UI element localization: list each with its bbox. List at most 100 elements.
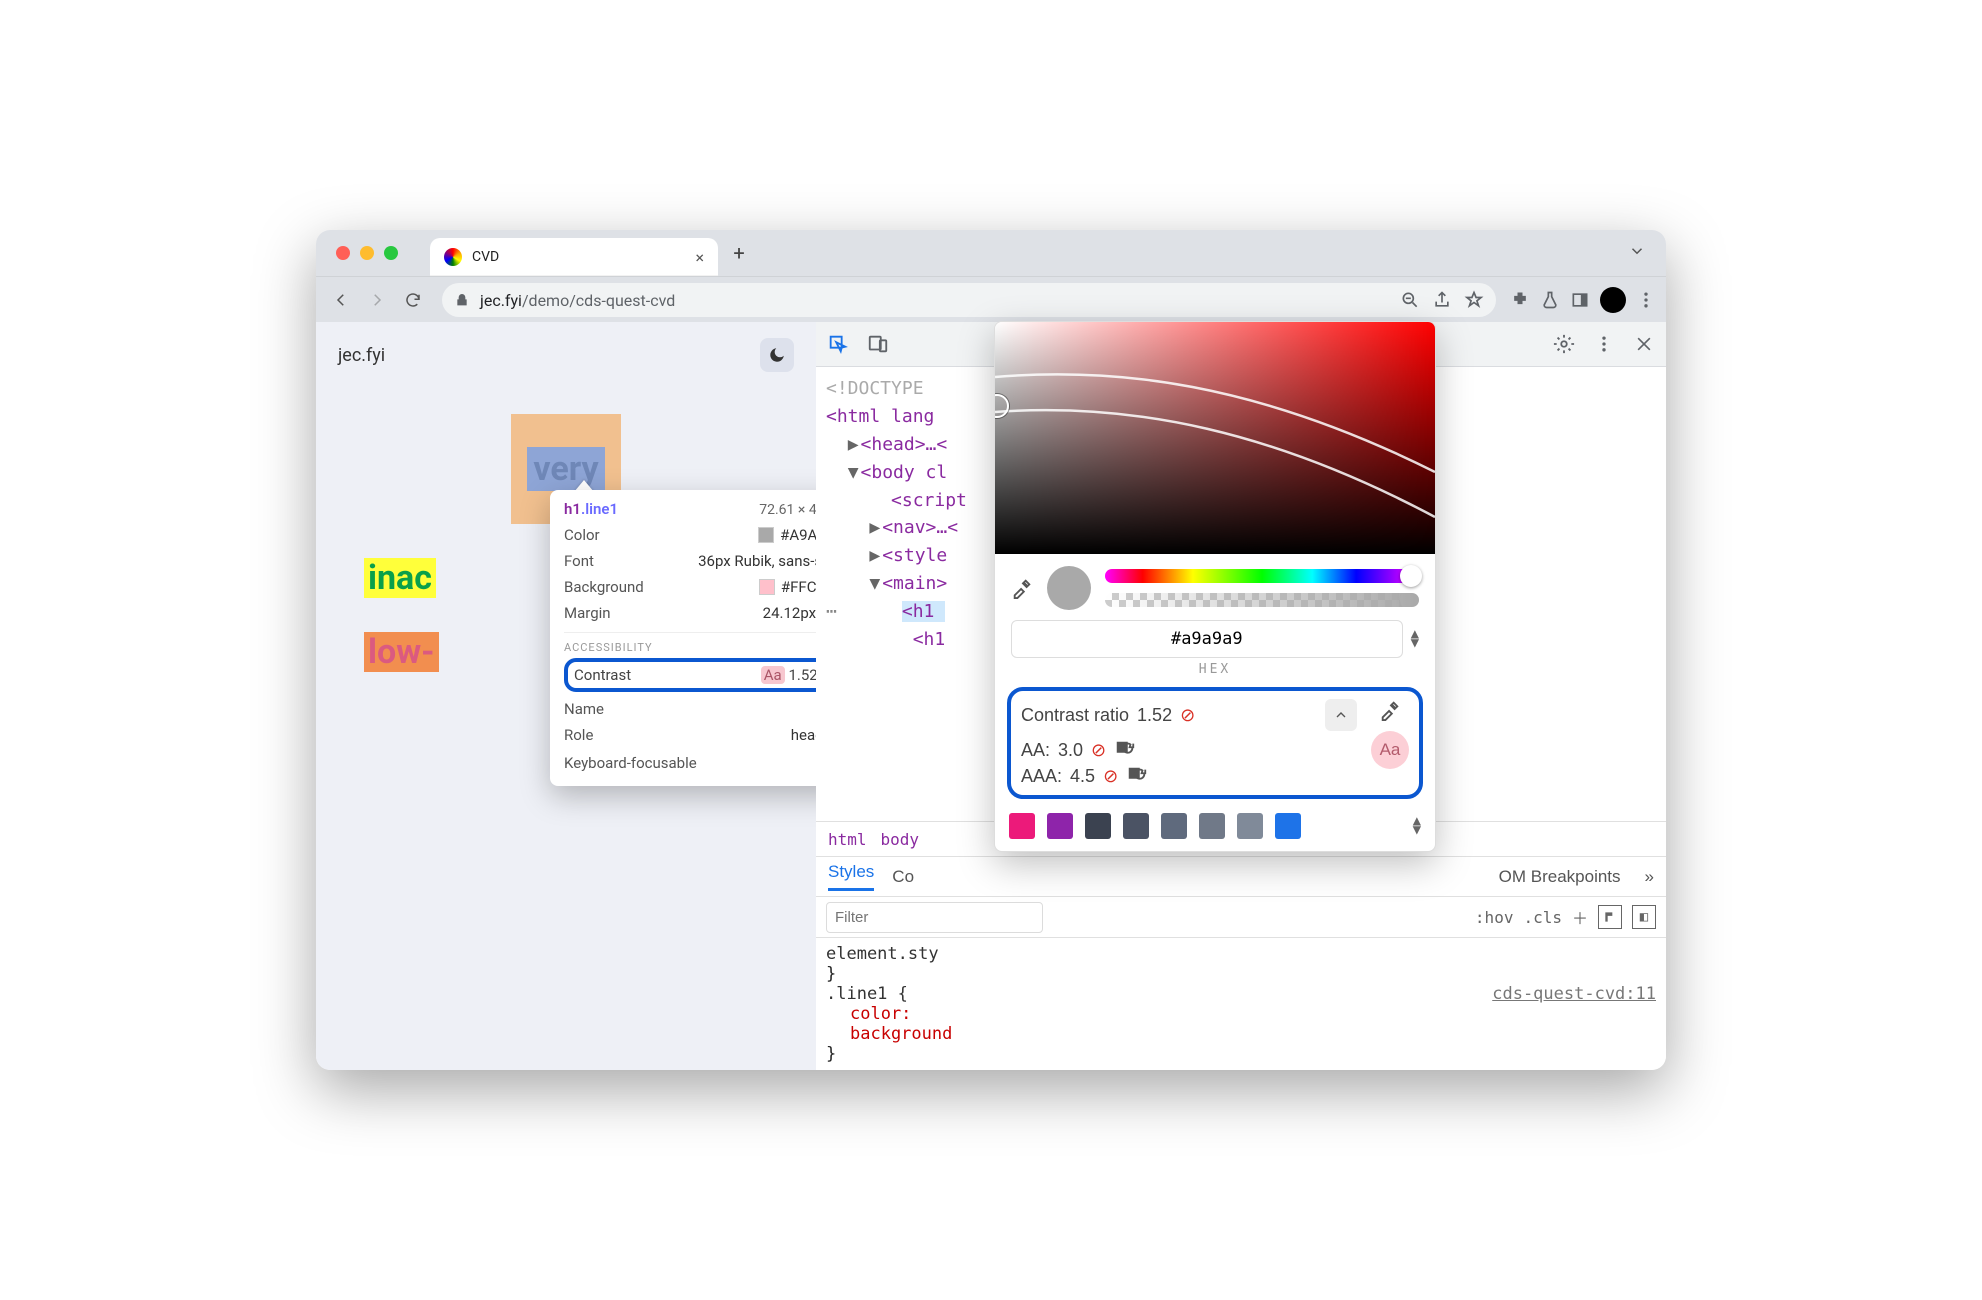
new-tab-button[interactable]: + [724, 238, 754, 268]
window-titlebar: CVD × + [316, 230, 1666, 276]
share-icon[interactable] [1432, 290, 1452, 310]
format-switch-button[interactable]: ▲▼ [1411, 630, 1419, 648]
palette-swatch[interactable] [1237, 813, 1263, 839]
alpha-thumb[interactable] [1400, 593, 1419, 607]
demo-line3: low- [364, 632, 439, 672]
palette-swatch[interactable] [1161, 813, 1187, 839]
styles-filter-input[interactable] [826, 902, 1043, 933]
palette-swatch[interactable] [1199, 813, 1225, 839]
favicon-icon [444, 248, 462, 266]
address-bar[interactable]: jec.fyi/demo/cds-quest-cvd [442, 283, 1496, 317]
rule-element-style: element.sty [826, 944, 939, 964]
tab-dom-breakpoints[interactable]: OM Breakpoints [1499, 867, 1621, 887]
css-brace-end: } [826, 1044, 1656, 1064]
zoom-out-icon[interactable] [1400, 290, 1420, 310]
hue-thumb[interactable] [1400, 565, 1422, 587]
moon-icon [768, 346, 786, 364]
page-header: jec.fyi [316, 322, 816, 388]
tab-active[interactable]: CVD × [430, 238, 718, 276]
devtools-close-button[interactable] [1630, 330, 1658, 358]
alpha-slider[interactable] [1105, 593, 1419, 607]
profile-avatar[interactable] [1600, 287, 1626, 313]
text-preview-chip: Aa [1371, 731, 1409, 769]
palette-swatch[interactable] [1275, 813, 1301, 839]
labs-icon[interactable] [1540, 290, 1560, 310]
lock-icon [454, 292, 470, 308]
contrast-curves-icon [995, 322, 1435, 554]
maximize-window-button[interactable] [384, 246, 398, 260]
extensions-icon[interactable] [1510, 290, 1530, 310]
paint-icon[interactable] [1598, 905, 1622, 929]
dark-mode-toggle[interactable] [760, 338, 794, 372]
eyedropper-icon[interactable] [1011, 577, 1033, 599]
color-swatch-icon [758, 527, 774, 543]
tooltip-color-value: #A9A9A9 [758, 526, 816, 544]
tooltip-font-value: 36px Rubik, sans-serif [698, 552, 816, 570]
palette-swatch[interactable] [1123, 813, 1149, 839]
tab-list-button[interactable] [1620, 242, 1654, 264]
palette-switch-button[interactable]: ▲▼ [1413, 817, 1421, 835]
url-text: jec.fyi/demo/cds-quest-cvd [480, 291, 675, 310]
crumb-body[interactable]: body [881, 830, 920, 849]
aa-value: 3.0 [1058, 740, 1083, 761]
star-icon[interactable] [1464, 290, 1484, 310]
tooltip-accessibility-heading: ACCESSIBILITY [564, 632, 816, 654]
cls-toggle[interactable]: .cls [1523, 908, 1562, 927]
aaa-fail-icon: ⊘ [1103, 766, 1118, 787]
element-inspector-tooltip: h1.line1 72.61 × 42.67 Color#A9A9A9 Font… [550, 490, 816, 786]
collapse-contrast-button[interactable] [1325, 699, 1357, 731]
minimize-window-button[interactable] [360, 246, 374, 260]
tab-computed[interactable]: Co [892, 867, 914, 887]
contrast-value: 1.52 [1137, 705, 1172, 726]
tooltip-color-label: Color [564, 526, 600, 544]
close-window-button[interactable] [336, 246, 350, 260]
aaa-value: 4.5 [1070, 766, 1095, 787]
devtools-panel: <!DOCTYPE <html lang ▶<head>…< ▼<body cl… [816, 322, 1666, 1070]
aa-label: AA: [1021, 740, 1050, 761]
crumb-html[interactable]: html [828, 830, 867, 849]
prop-background[interactable]: background [850, 1024, 952, 1044]
tooltip-bg-value: #FFC0CB [759, 578, 816, 596]
aa-sample-icon: Aa [761, 666, 785, 684]
palette-swatch[interactable] [1047, 813, 1073, 839]
forward-button[interactable] [362, 285, 392, 315]
kebab-menu-icon[interactable] [1636, 290, 1656, 310]
device-toolbar-button[interactable] [864, 330, 892, 358]
tab-styles[interactable]: Styles [828, 862, 874, 891]
browser-window: CVD × + jec.fyi/demo/cds-quest-cvd [316, 230, 1666, 1070]
pick-bg-color-icon[interactable] [1379, 699, 1401, 721]
hex-input[interactable] [1011, 620, 1403, 658]
new-style-rule-button[interactable]: ＋ [1572, 905, 1588, 929]
hue-slider[interactable] [1105, 569, 1419, 583]
devtools-menu-button[interactable] [1590, 330, 1618, 358]
styles-pane[interactable]: element.sty } .line1 {cds-quest-cvd:11 c… [816, 937, 1666, 1070]
tooltip-contrast-value: Aa 1.52 ⊘ [761, 666, 816, 684]
tab-close-icon[interactable]: × [695, 248, 704, 267]
side-panel-icon[interactable] [1570, 290, 1590, 310]
hov-toggle[interactable]: :hov [1475, 908, 1514, 927]
saturation-value-field[interactable] [995, 322, 1435, 554]
inspect-element-button[interactable] [824, 330, 852, 358]
back-button[interactable] [326, 285, 356, 315]
fix-aaa-icon[interactable] [1126, 765, 1148, 787]
palette-swatch[interactable] [1009, 813, 1035, 839]
hex-label: HEX [995, 662, 1435, 677]
tooltip-margin-value: 24.12px 0px [763, 604, 816, 622]
fail-icon: ⊘ [1180, 705, 1195, 726]
reload-button[interactable] [398, 285, 428, 315]
prop-color[interactable]: color: [850, 1004, 911, 1024]
omnibox-actions [1400, 290, 1484, 310]
devtools-settings-button[interactable] [1550, 330, 1578, 358]
source-link[interactable]: cds-quest-cvd:11 [1492, 984, 1656, 1004]
tabs-overflow-icon[interactable]: » [1645, 867, 1654, 887]
tab-title: CVD [472, 249, 499, 265]
tooltip-selector: h1.line1 [564, 500, 618, 518]
palette-swatch[interactable] [1085, 813, 1111, 839]
toggle-sidebar-icon[interactable]: ◧ [1632, 905, 1656, 929]
site-title: jec.fyi [338, 345, 385, 366]
tooltip-role-value: heading [791, 726, 816, 744]
contrast-title: Contrast ratio [1021, 705, 1129, 726]
fix-aa-icon[interactable] [1114, 739, 1136, 761]
color-palette: ▲▼ [995, 807, 1435, 851]
tooltip-kb-label: Keyboard-focusable [564, 754, 697, 772]
